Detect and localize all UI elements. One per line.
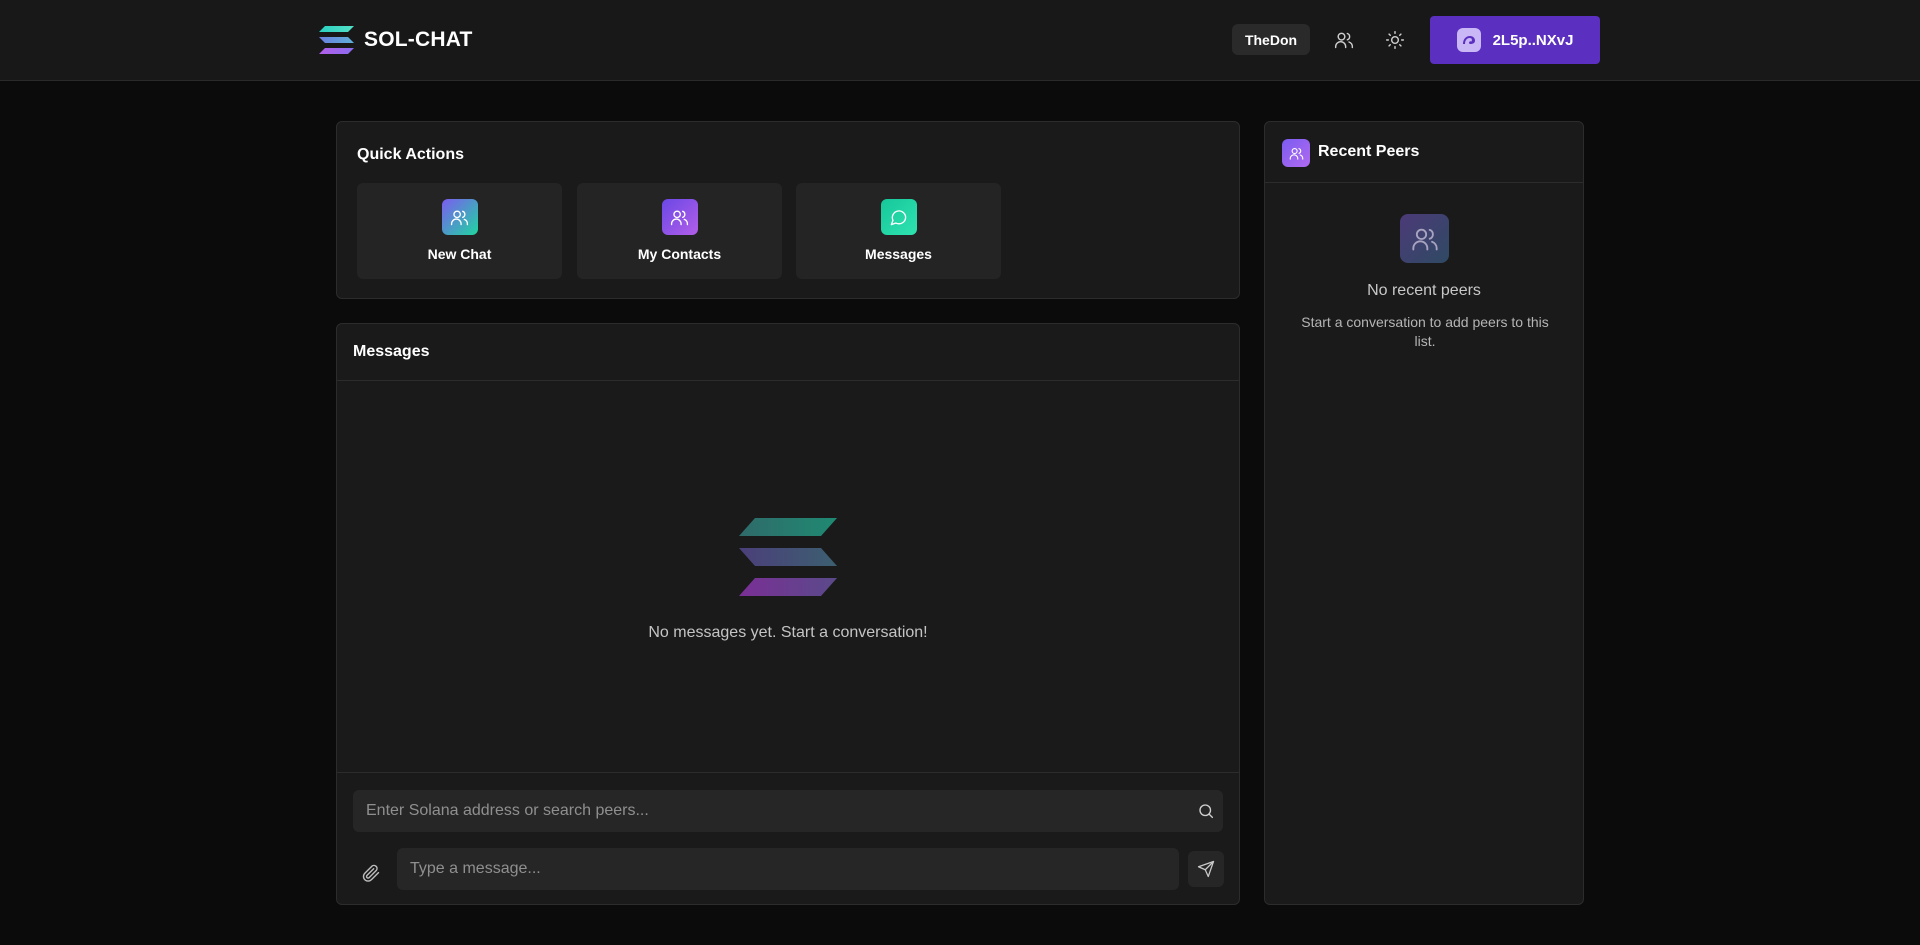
empty-peers-title: No recent peers [1367, 282, 1481, 299]
solana-logo-icon [739, 518, 837, 596]
wallet-icon [1456, 28, 1481, 52]
messages-title: Messages [353, 343, 430, 360]
my-contacts-label: My Contacts [637, 246, 722, 262]
attach-button[interactable] [355, 857, 387, 889]
search-icon[interactable] [1197, 802, 1215, 820]
solana-logo-icon [319, 26, 354, 54]
quick-actions-card: Quick Actions New Chat My Contacts Messa… [336, 121, 1240, 299]
quick-actions-title: Quick Actions [357, 146, 464, 163]
users-icon [1282, 139, 1310, 167]
peer-search-input[interactable] [353, 790, 1223, 832]
message-circle-icon [880, 199, 917, 235]
messages-card: Messages No messages yet. Start a conver… [336, 323, 1240, 905]
empty-messages-text: No messages yet. Start a conversation! [648, 624, 928, 641]
username-chip[interactable]: TheDon [1232, 24, 1310, 55]
paperclip-icon [362, 864, 380, 882]
recent-peers-card: Recent Peers No recent peers Start a con… [1264, 121, 1584, 905]
messages-label: Messages [865, 246, 932, 262]
send-icon [1197, 860, 1215, 878]
wallet-button[interactable]: 2L5p..NXvJ [1430, 16, 1600, 64]
contacts-button[interactable] [1328, 24, 1360, 56]
my-contacts-button[interactable]: My Contacts [577, 183, 782, 279]
wallet-address: 2L5p..NXvJ [1492, 31, 1574, 49]
empty-peers-subtitle: Start a conversation to add peers to thi… [1301, 314, 1549, 349]
messages-button[interactable]: Messages [796, 183, 1001, 279]
brand-name: SOL-CHAT [364, 28, 473, 51]
sun-icon [1385, 30, 1405, 50]
send-button[interactable] [1188, 851, 1224, 887]
users-icon [1400, 214, 1449, 263]
new-chat-button[interactable]: New Chat [357, 183, 562, 279]
new-chat-label: New Chat [427, 246, 492, 262]
messages-header: Messages [337, 324, 1239, 381]
recent-peers-header: Recent Peers [1265, 122, 1583, 183]
users-icon [661, 199, 698, 235]
users-icon [441, 199, 478, 235]
top-navbar: SOL-CHAT TheDon 2L5p..NXvJ [0, 0, 1920, 81]
recent-peers-title: Recent Peers [1318, 143, 1420, 160]
peer-search [353, 790, 1223, 832]
message-input[interactable] [397, 848, 1179, 890]
brand[interactable]: SOL-CHAT [319, 24, 473, 56]
theme-toggle-button[interactable] [1379, 24, 1411, 56]
composer [337, 772, 1239, 906]
users-icon [1334, 32, 1354, 49]
